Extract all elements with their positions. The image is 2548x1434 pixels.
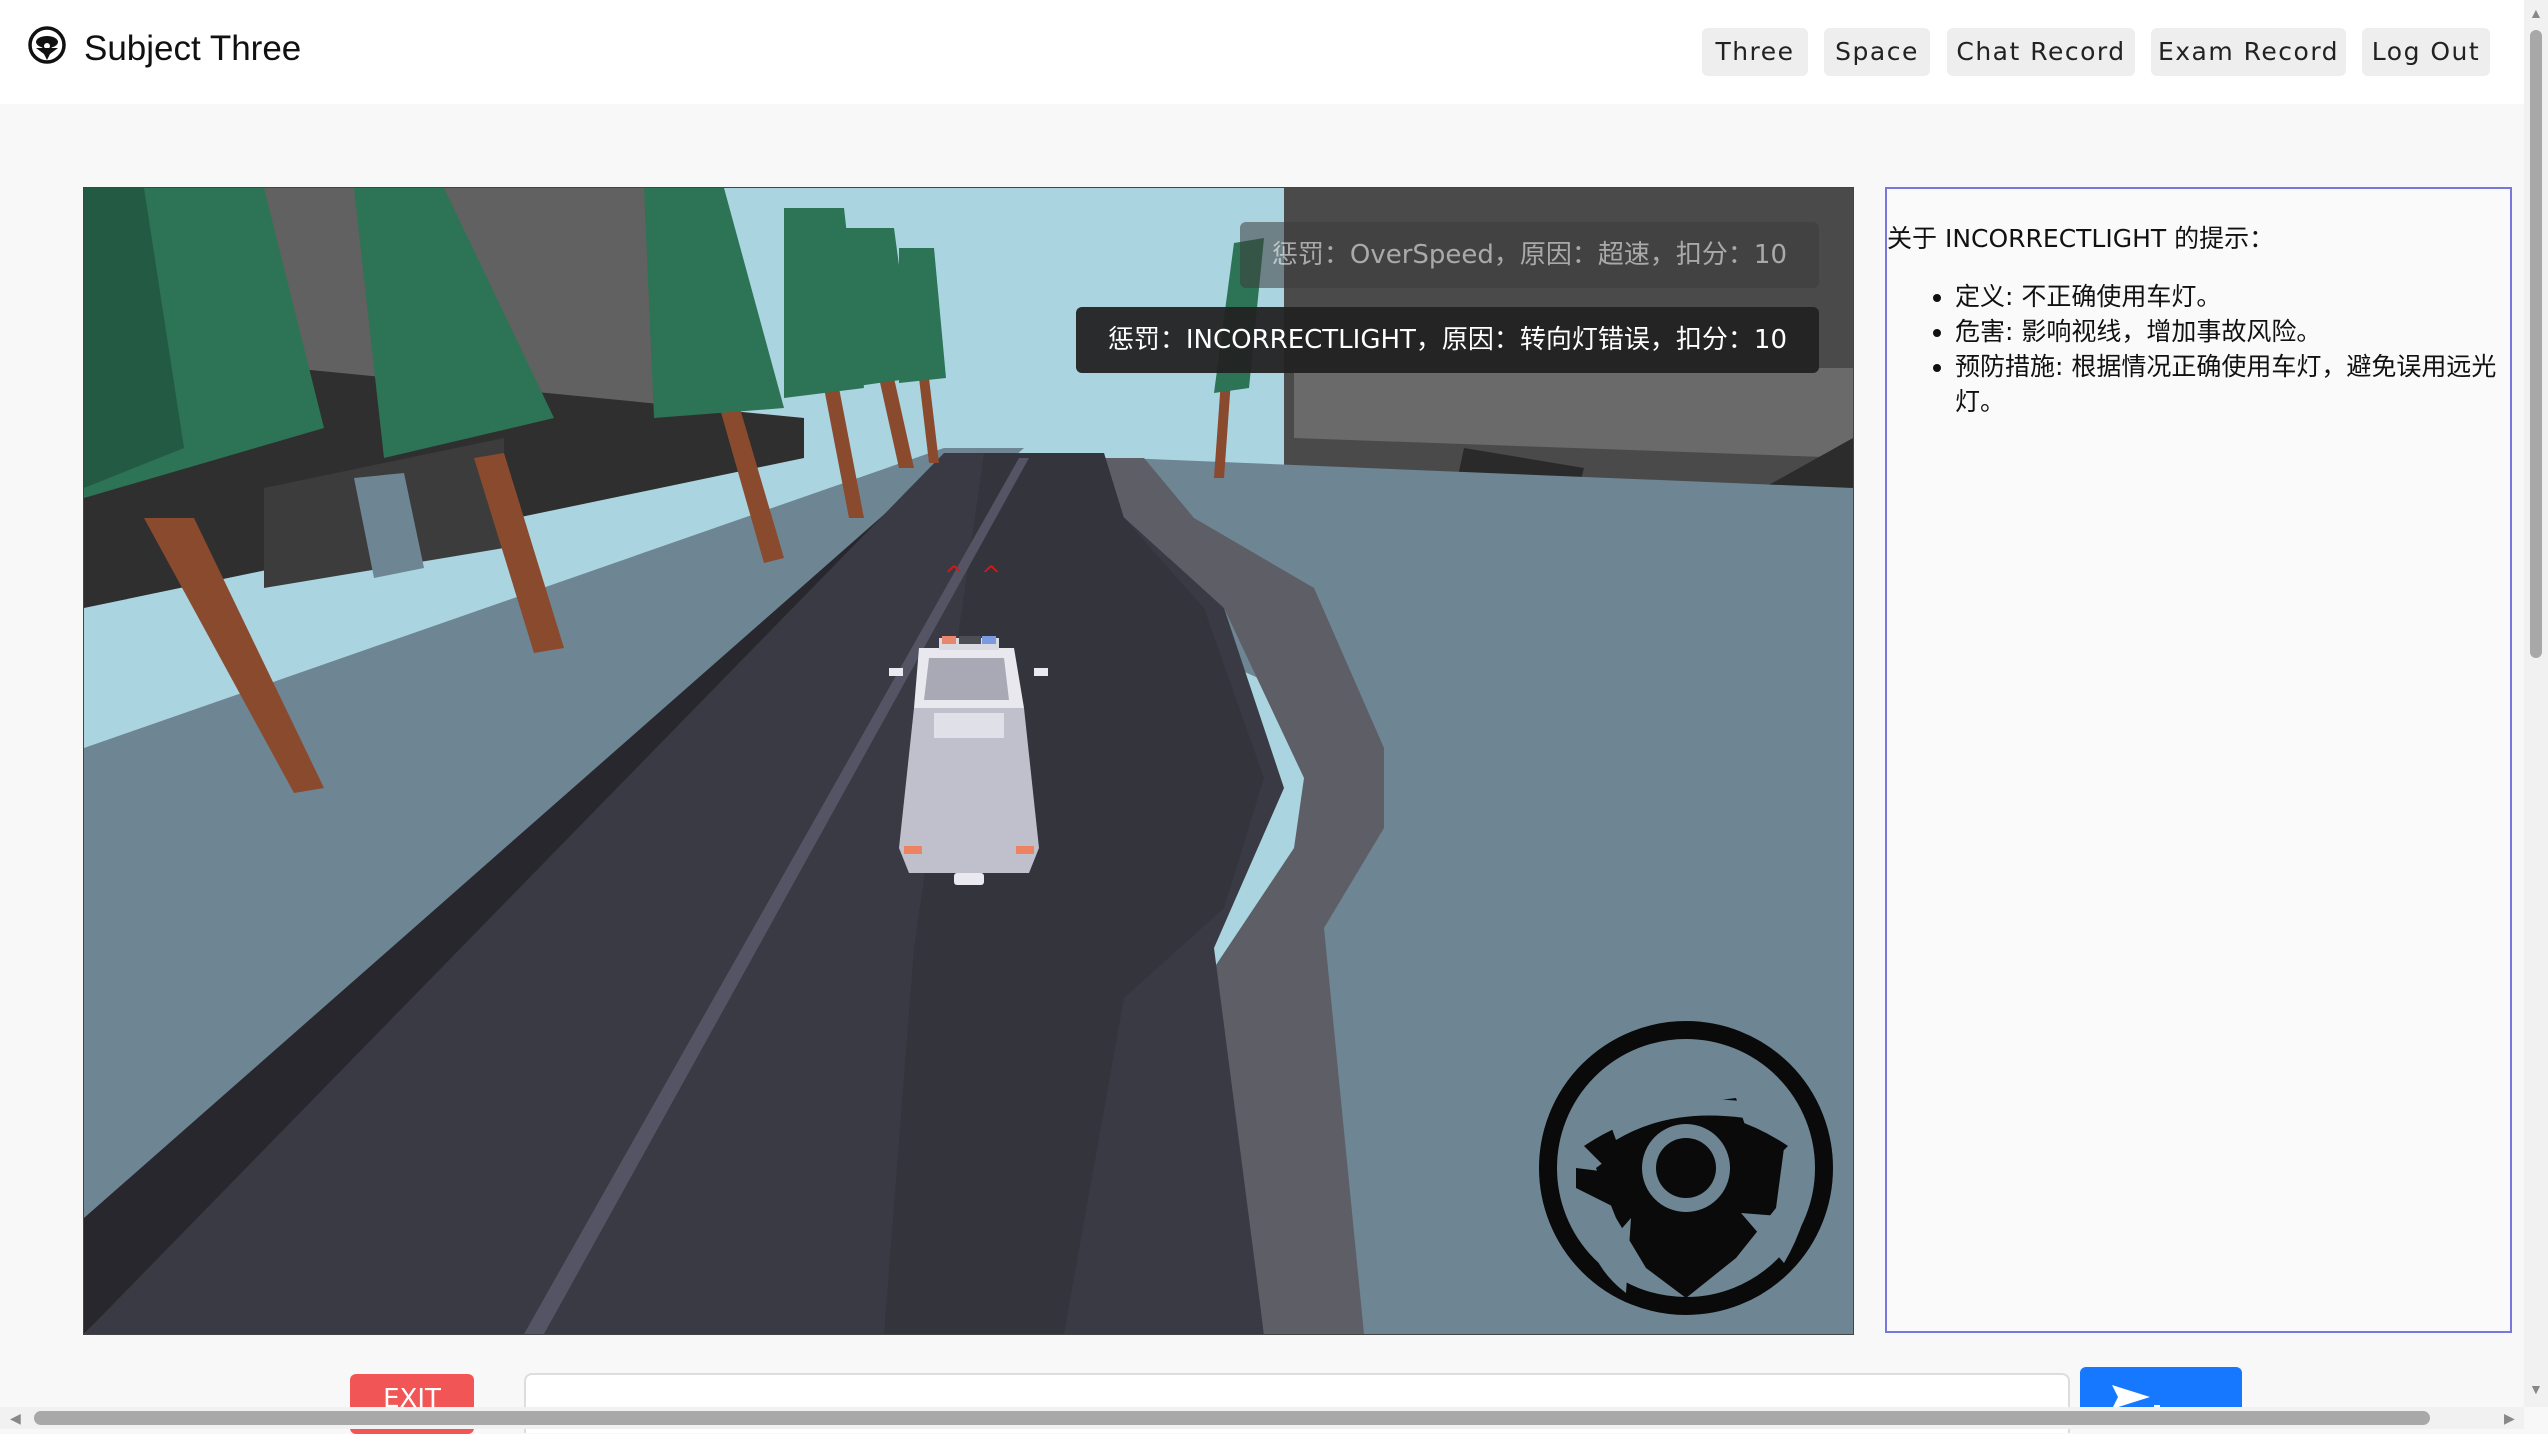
scroll-up-arrow-icon[interactable]: ▲ [2529, 6, 2543, 20]
nav-exam-record-button[interactable]: Exam Record [2151, 28, 2346, 76]
nav-chat-record-button[interactable]: Chat Record [1947, 28, 2135, 76]
penalty-toast-incorrectlight: 惩罚：INCORRECTLIGHT，原因：转向灯错误，扣分：10 [1075, 307, 1819, 373]
top-bar: Subject Three Three Space Chat Record Ex… [0, 0, 2524, 104]
driving-game-viewport[interactable]: ^ ^ 惩罚：OverSpeed，原因：超速，扣分：10 惩罚：INCORREC… [83, 187, 1854, 1335]
svg-text:^: ^ [981, 561, 1001, 589]
steering-wheel-icon[interactable] [1536, 1018, 1836, 1318]
nav-space-button[interactable]: Space [1824, 28, 1930, 76]
horizontal-scrollbar-thumb[interactable] [34, 1411, 2430, 1425]
hint-item-definition: 定义: 不正确使用车灯。 [1955, 279, 2520, 314]
scroll-down-arrow-icon[interactable]: ▼ [2529, 1382, 2543, 1396]
hint-list: 定义: 不正确使用车灯。 危害: 影响视线，增加事故风险。 预防措施: 根据情况… [1927, 279, 2520, 419]
svg-text:^: ^ [944, 561, 964, 589]
scroll-right-arrow-icon[interactable]: ▶ [2504, 1411, 2515, 1425]
scroll-left-arrow-icon[interactable]: ◀ [10, 1411, 21, 1425]
hint-title: 关于 INCORRECTLIGHT 的提示： [1887, 224, 2275, 253]
app-title: Subject Three [84, 29, 302, 68]
nav-log-out-button[interactable]: Log Out [2362, 28, 2490, 76]
hint-item-prevention: 预防措施: 根据情况正确使用车灯，避免误用远光灯。 [1955, 349, 2520, 419]
penalty-toast-overspeed: 惩罚：OverSpeed，原因：超速，扣分：10 [1239, 222, 1819, 288]
steering-wheel-logo-icon [28, 26, 66, 64]
vertical-scrollbar-thumb[interactable] [2530, 30, 2542, 658]
nav-three-button[interactable]: Three [1702, 28, 1808, 76]
hint-panel: 关于 INCORRECTLIGHT 的提示： 定义: 不正确使用车灯。 危害: … [1885, 187, 2512, 1333]
hint-item-harm: 危害: 影响视线，增加事故风险。 [1955, 314, 2520, 349]
